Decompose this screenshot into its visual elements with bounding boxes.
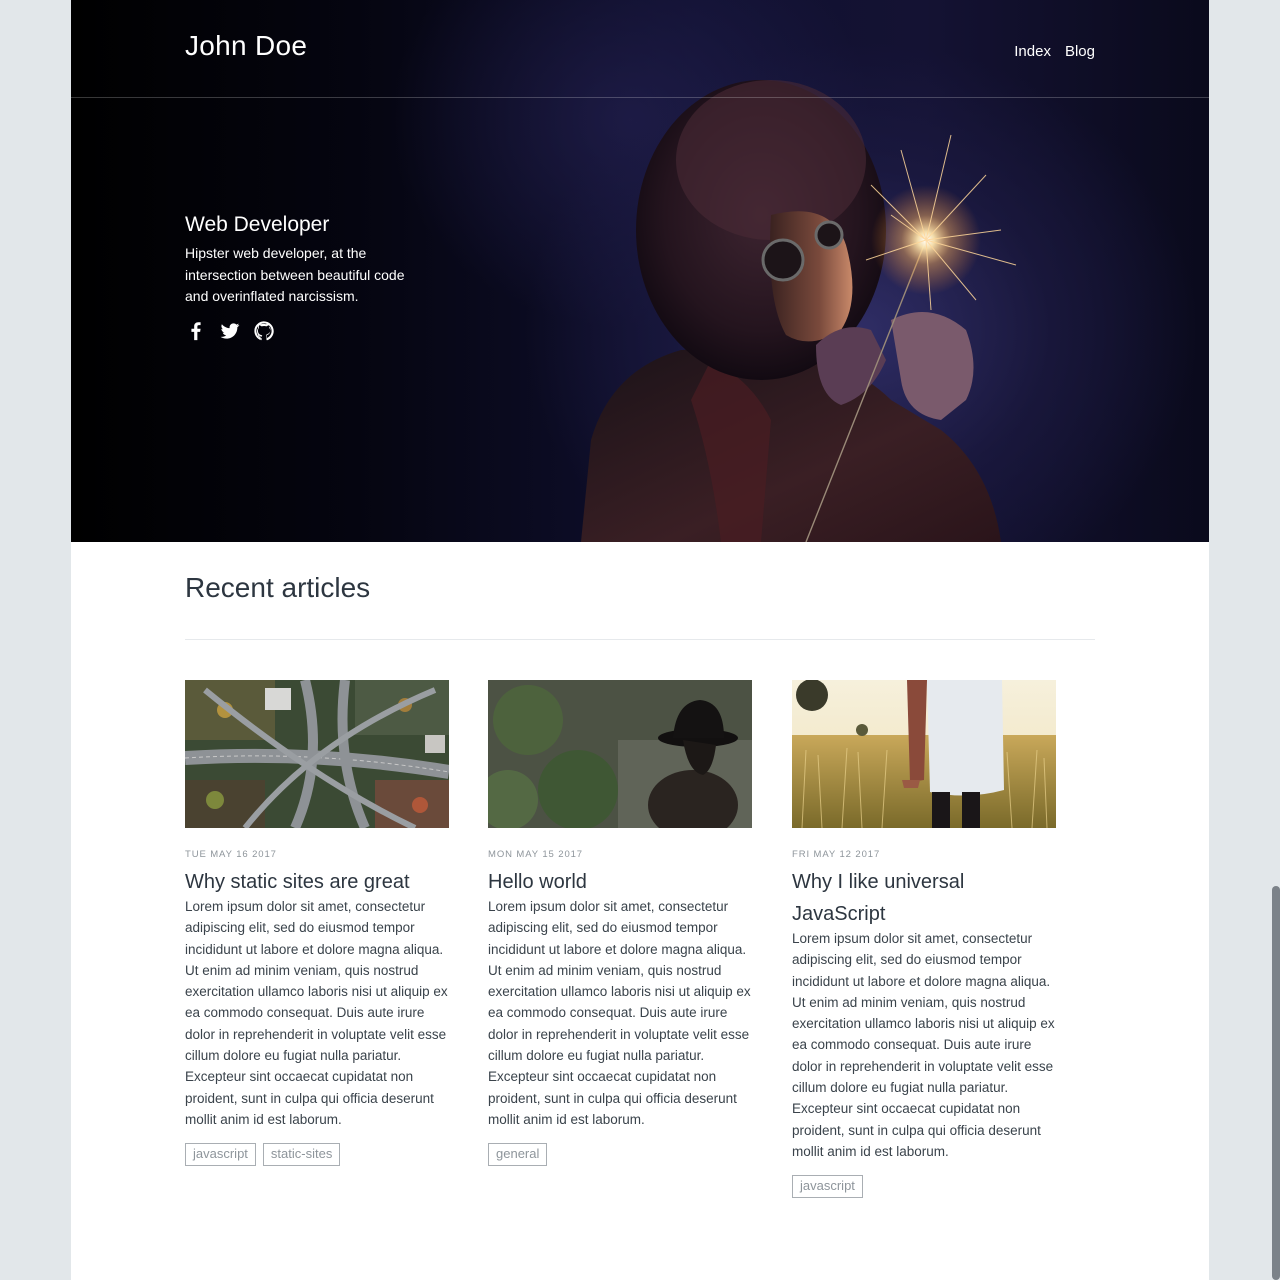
site-brand-link[interactable]: John Doe [185,30,307,62]
person-in-field-image [792,680,1056,828]
nav-link-index[interactable]: Index [1014,43,1051,60]
article-excerpt: Lorem ipsum dolor sit amet, consectetur … [185,899,448,1127]
social-links [185,320,275,344]
twitter-icon [220,323,240,339]
section-title: Recent articles [185,572,371,603]
section-divider [185,639,1095,640]
article-thumbnail-link[interactable] [185,680,449,828]
github-link[interactable] [253,320,275,344]
hero-title: Web Developer [185,213,330,236]
woman-in-hat-image [488,680,752,828]
hero-banner: John Doe Index Blog Web Developer Hipste… [71,0,1209,542]
article-tags: javascript static-sites [185,1143,341,1166]
article-card: TUE MAY 16 2017 Why static sites are gre… [185,680,449,1166]
article-date: MON MAY 15 2017 [488,849,583,860]
scrollbar-thumb[interactable] [1272,886,1280,1280]
article-date: FRI MAY 12 2017 [792,849,881,860]
page: John Doe Index Blog Web Developer Hipste… [71,0,1209,1280]
hero-description: Hipster web developer, at the intersecti… [185,245,405,304]
article-title-link[interactable]: Hello world [488,866,752,898]
article-thumbnail-link[interactable] [488,680,752,828]
navbar: John Doe Index Blog [71,0,1209,98]
facebook-link[interactable] [185,320,207,344]
article-date: TUE MAY 16 2017 [185,849,277,860]
tag-link[interactable]: javascript [792,1175,863,1198]
highway-interchange-image [185,680,449,828]
article-title-link[interactable]: Why static sites are great [185,866,449,898]
nav-link-blog[interactable]: Blog [1065,43,1095,60]
article-card: MON MAY 15 2017 Hello world Lorem ipsum … [488,680,752,1166]
nav-links: Index Blog [1014,43,1095,60]
article-title-link[interactable]: Why I like universal JavaScript [792,866,1056,930]
twitter-link[interactable] [219,320,241,344]
article-excerpt: Lorem ipsum dolor sit amet, consectetur … [792,931,1055,1159]
article-tags: general [488,1143,548,1166]
article-tags: javascript [792,1175,863,1198]
github-icon [254,321,274,341]
tag-link[interactable]: javascript [185,1143,256,1166]
article-excerpt: Lorem ipsum dolor sit amet, consectetur … [488,899,751,1127]
facebook-icon [191,322,201,341]
tag-link[interactable]: general [488,1143,548,1166]
hero-intro: Web Developer Hipster web developer, at … [185,213,425,308]
article-thumbnail-link[interactable] [792,680,1056,828]
article-card: FRI MAY 12 2017 Why I like universal Jav… [792,680,1056,1198]
tag-link[interactable]: static-sites [262,1143,341,1166]
